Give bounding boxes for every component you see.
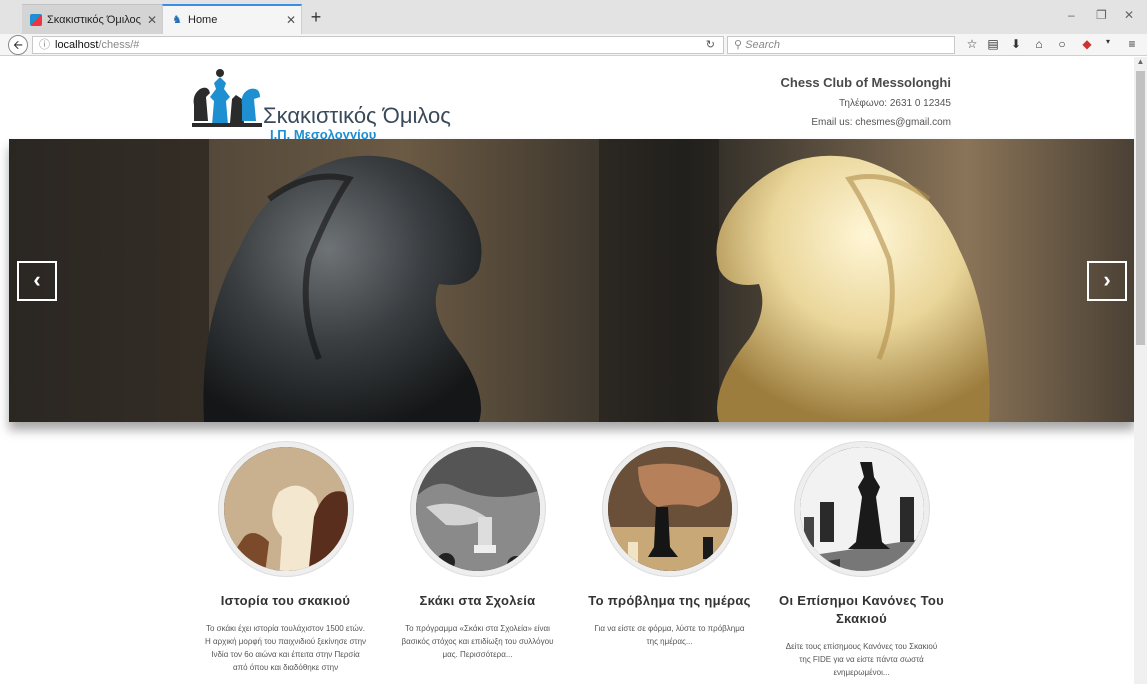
feature-schools[interactable]: Σκάκι στα Σχολεία Το πρόγραμμα «Σκάκι στ… xyxy=(390,442,565,661)
scrollbar-thumb[interactable] xyxy=(1136,71,1145,345)
info-icon[interactable]: ⓘ xyxy=(39,39,50,51)
feature-rules[interactable]: Οι Επίσημοι Κανόνες Του Σκακιού Δείτε το… xyxy=(774,442,949,679)
feature-text: Το πρόγραμμα «Σκάκι στα Σχολεία» είναι β… xyxy=(401,624,554,659)
feature-text: Δείτε τους επίσημους Κανόνες του Σκακιού… xyxy=(785,642,938,677)
star-icon[interactable]: ☆ xyxy=(964,37,980,51)
feature-title[interactable]: Το πρόβλημα της ημέρας xyxy=(582,592,757,610)
search-placeholder: Search xyxy=(745,39,780,51)
schools-image[interactable] xyxy=(410,442,545,576)
maximize-button[interactable]: ❐ xyxy=(1096,8,1107,22)
close-icon[interactable]: ✕ xyxy=(142,13,162,27)
chess-favicon-icon: ♞ xyxy=(172,14,182,26)
browser-tab-bar: Σκακιστικός Όμιλος Ι.Π. ... ✕ ♞ Home ✕ +… xyxy=(0,0,1147,34)
search-input[interactable]: ⚲ Search xyxy=(727,36,955,54)
club-logo[interactable]: Σκακιστικός Όμιλος Ι.Π. Μεσολογγίου xyxy=(190,65,451,142)
contact-block: Chess Club of Messolonghi Τηλέφωνο: 2631… xyxy=(781,75,951,128)
home-icon[interactable]: ⌂ xyxy=(1031,37,1047,51)
url-host: localhost xyxy=(55,39,99,51)
contact-name: Chess Club of Messolonghi xyxy=(780,75,951,90)
browser-nav-bar: 🡨 ⓘ localhost/chess/# ↻ ⚲ Search ☆ ▤ ⬇ ⌂ … xyxy=(0,34,1147,56)
tab-label: Σκακιστικός Όμιλος Ι.Π. ... xyxy=(47,13,142,26)
close-icon[interactable]: ✕ xyxy=(281,13,301,27)
hero-slider: ‹ › xyxy=(9,139,1134,422)
chat-icon[interactable]: ○ xyxy=(1054,37,1070,51)
new-tab-button[interactable]: + xyxy=(306,7,326,28)
feature-problem[interactable]: Το πρόβλημα της ημέρας Για να είστε σε φ… xyxy=(582,442,757,648)
menu-icon[interactable]: ≡ xyxy=(1124,37,1140,51)
addon-icon[interactable]: ◆ xyxy=(1079,37,1095,51)
slider-prev-button[interactable]: ‹ xyxy=(17,261,57,301)
window-close-button[interactable]: ✕ xyxy=(1124,8,1134,22)
rules-image[interactable] xyxy=(794,442,929,576)
reload-icon[interactable]: ↻ xyxy=(706,37,715,53)
problem-image[interactable] xyxy=(602,442,737,576)
feature-text: Για να είστε σε φόρμα, λύστε το πρόβλημα… xyxy=(594,624,745,646)
scroll-up-icon[interactable]: ▲ xyxy=(1134,57,1147,69)
download-icon[interactable]: ⬇ xyxy=(1008,37,1024,51)
feature-title[interactable]: Ιστορία του σκακιού xyxy=(198,592,373,610)
feature-title[interactable]: Σκάκι στα Σχολεία xyxy=(390,592,565,610)
back-button[interactable]: 🡨 xyxy=(8,35,28,55)
reader-icon[interactable]: ▤ xyxy=(985,37,1001,51)
slider-next-button[interactable]: › xyxy=(1087,261,1127,301)
address-bar[interactable]: ⓘ localhost/chess/# ↻ xyxy=(32,36,724,54)
history-image[interactable] xyxy=(218,442,353,576)
tab-label: Home xyxy=(188,14,218,26)
chess-knights-image xyxy=(9,139,1134,422)
url-path: /chess/# xyxy=(98,39,140,51)
page-scrollbar[interactable]: ▲ xyxy=(1134,57,1147,684)
browser-tab-home[interactable]: ♞ Home ✕ xyxy=(162,4,302,34)
contact-email: Email us: chesmes@gmail.com xyxy=(811,117,951,128)
feature-text: Το σκάκι έχει ιστορία τουλάχιστον 1500 ε… xyxy=(204,624,367,672)
browser-tab-club[interactable]: Σκακιστικός Όμιλος Ι.Π. ... ✕ xyxy=(22,4,162,34)
logo-title: Σκακιστικός Όμιλος xyxy=(263,103,451,128)
feature-history[interactable]: Ιστορία του σκακιού Το σκάκι έχει ιστορί… xyxy=(198,442,373,674)
web-page: Σκακιστικός Όμιλος Ι.Π. Μεσολογγίου Ches… xyxy=(0,57,1134,684)
search-icon: ⚲ xyxy=(734,39,743,51)
minimize-button[interactable]: – xyxy=(1068,8,1075,22)
club-favicon-icon xyxy=(30,13,42,26)
contact-phone: Τηλέφωνο: 2631 0 12345 xyxy=(839,98,951,109)
chess-pieces-logo-icon xyxy=(192,69,262,127)
feature-title[interactable]: Οι Επίσημοι Κανόνες Του Σκακιού xyxy=(774,592,949,628)
chevron-down-icon[interactable]: ▾ xyxy=(1100,37,1116,46)
